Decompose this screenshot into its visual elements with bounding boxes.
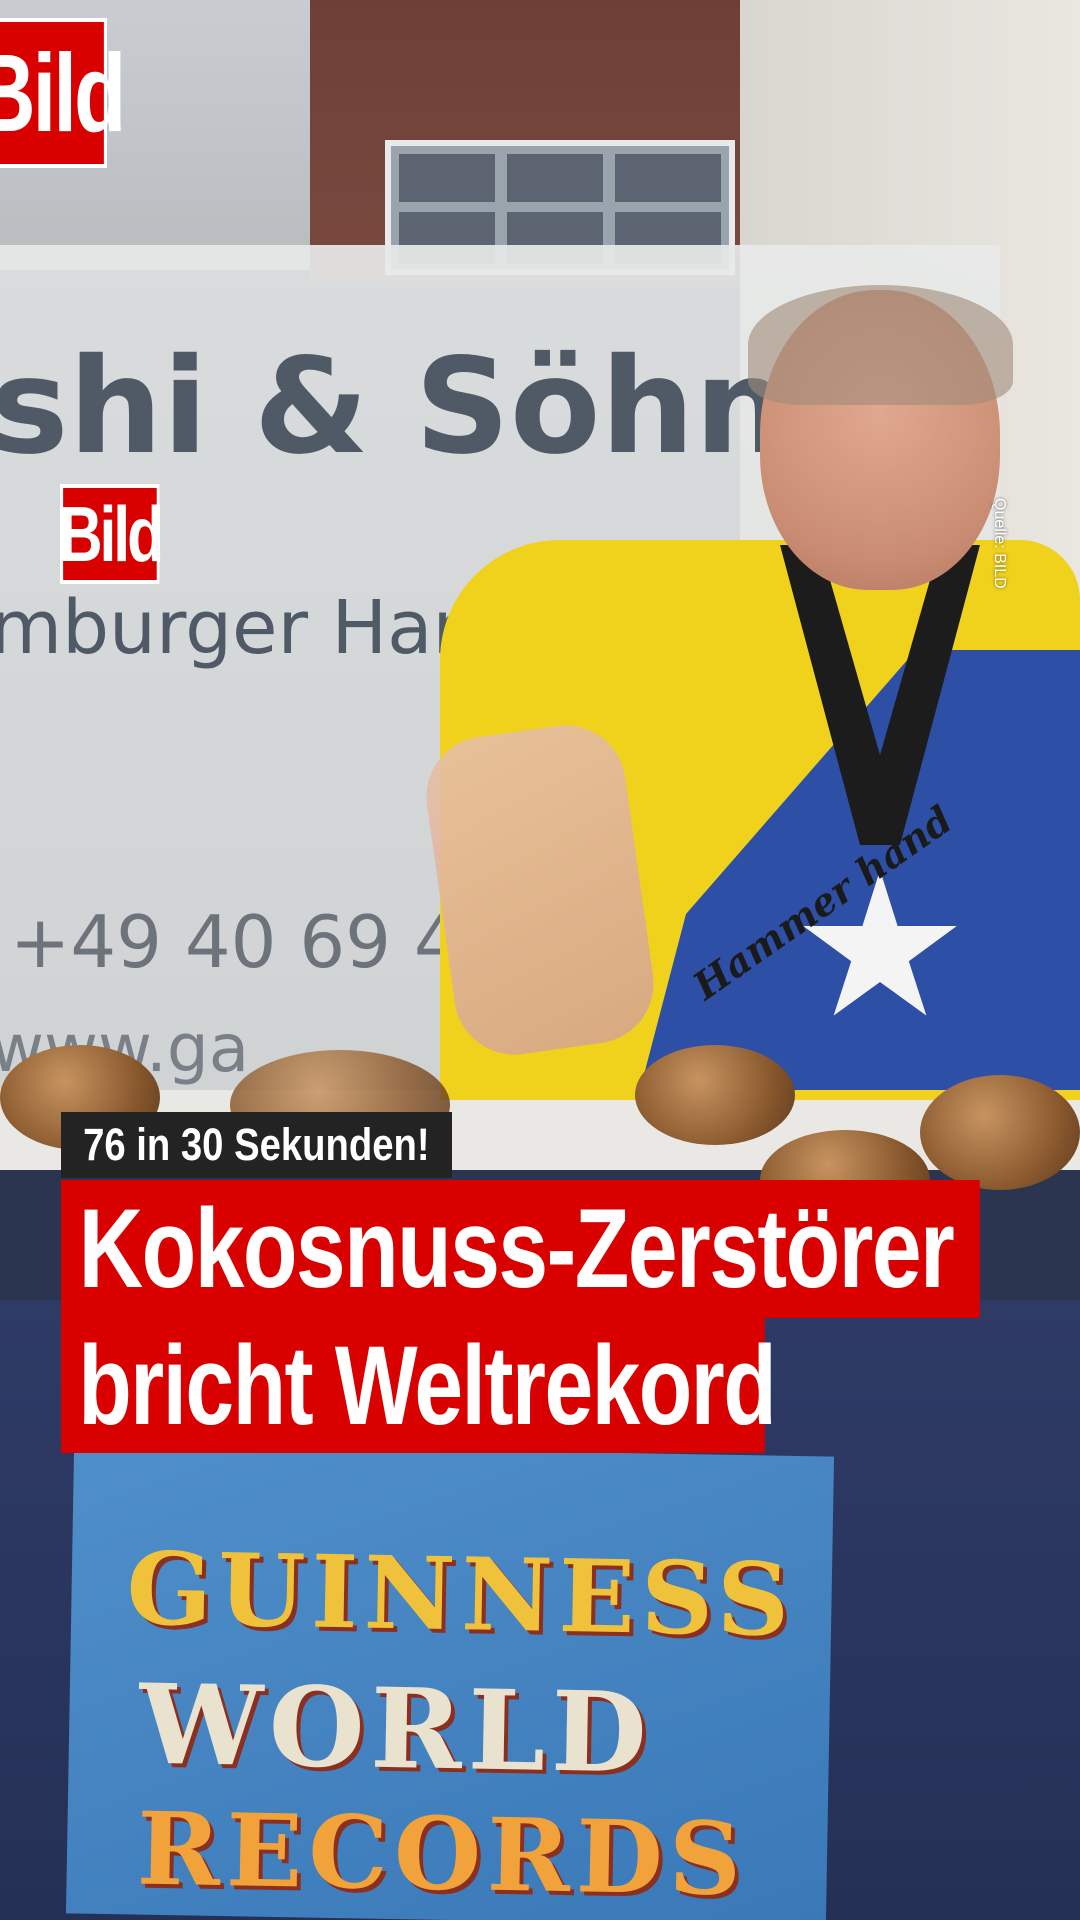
poster-title-line3: RECORDS xyxy=(136,1789,749,1919)
person-hair xyxy=(748,285,1013,405)
coconut xyxy=(635,1045,795,1145)
poster-title-line1: GUINNESS xyxy=(125,1529,797,1660)
headline-line-1: Kokosnuss-Zerstörer xyxy=(61,1180,980,1318)
source-credit: Quelle: BILD xyxy=(991,498,1008,589)
sign-company-text: shi & Söhn xyxy=(0,330,789,484)
coconut xyxy=(920,1075,1080,1190)
kicker-label: 76 in 30 Sekunden! xyxy=(61,1112,452,1178)
bild-logo[interactable]: Bild xyxy=(0,18,126,168)
poster-title-line2: WORLD xyxy=(138,1659,654,1798)
video-frame[interactable]: shi & Söhn mburger Hand +49 40 69 4 www.… xyxy=(0,0,1080,1920)
headline-line-2: bricht Weltrekord xyxy=(61,1318,777,1453)
bild-logo-watermark: Bild xyxy=(59,484,164,584)
sign-phone-text: +49 40 69 4 xyxy=(10,900,460,984)
guinness-poster: GUINNESS WORLD RECORDS xyxy=(65,1443,835,1920)
